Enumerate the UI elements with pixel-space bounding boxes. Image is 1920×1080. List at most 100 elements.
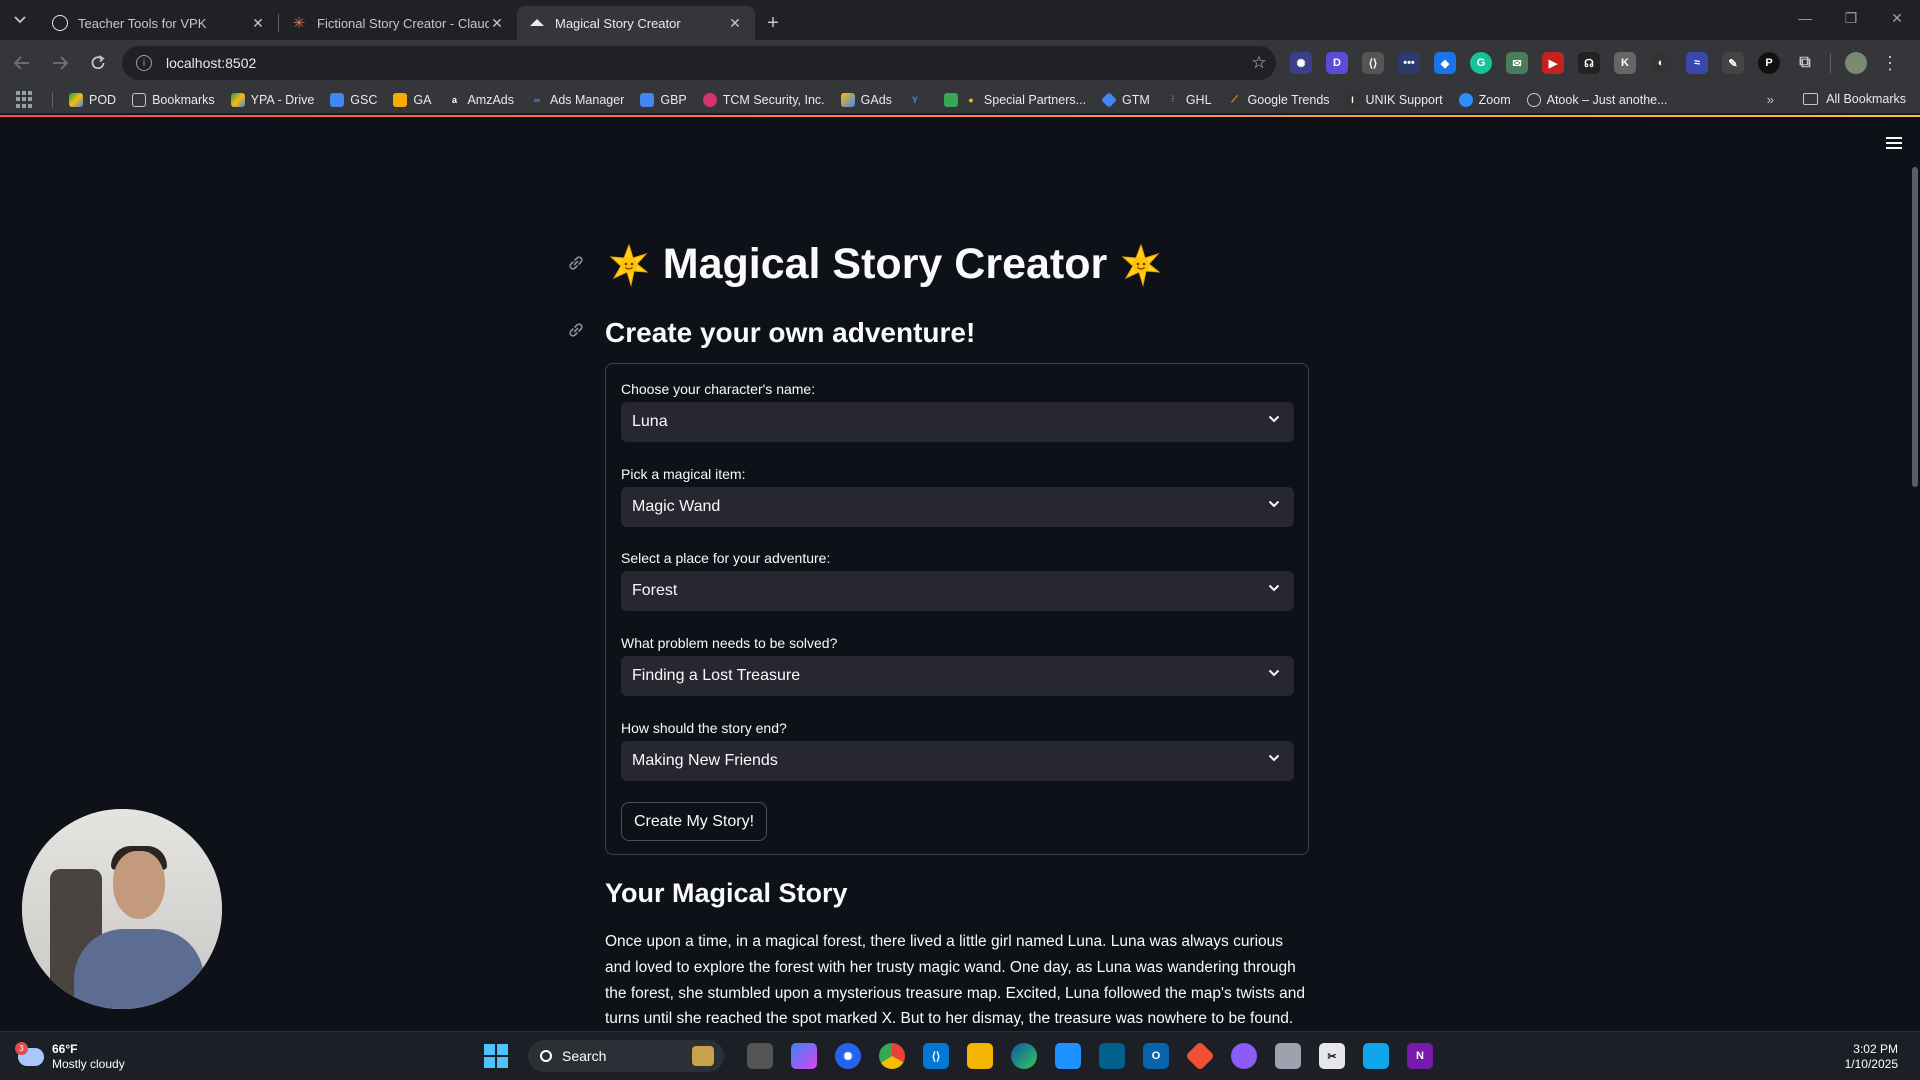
bookmark-ga[interactable]: GA bbox=[393, 92, 431, 107]
mysql-workbench-icon[interactable] bbox=[1099, 1043, 1125, 1069]
eyedropper-icon[interactable]: ✎ bbox=[1722, 52, 1744, 74]
system-clock[interactable]: 3:02 PM 1/10/2025 bbox=[1845, 1042, 1898, 1072]
github-icon[interactable] bbox=[1231, 1043, 1257, 1069]
bookmark-pod[interactable]: POD bbox=[69, 92, 116, 107]
profile-avatar[interactable] bbox=[1845, 52, 1867, 74]
tab-claude[interactable]: ✳ Fictional Story Creator - Claude ✕ bbox=[279, 6, 517, 40]
tab-magical-story-creator[interactable]: Magical Story Creator ✕ bbox=[517, 6, 755, 40]
chrome-icon[interactable] bbox=[879, 1043, 905, 1069]
bookmark-y[interactable]: Y bbox=[908, 93, 928, 107]
vscode-icon[interactable]: ⟨⟩ bbox=[923, 1043, 949, 1069]
minimize-button[interactable]: — bbox=[1782, 0, 1828, 36]
extensions-puzzle-icon[interactable]: ⧉ bbox=[1794, 52, 1816, 74]
adventure-place-label: Select a place for your adventure: bbox=[621, 550, 831, 566]
weather-widget[interactable]: 3 66°F Mostly cloudy bbox=[15, 1042, 125, 1072]
character-name-select[interactable]: Luna bbox=[621, 402, 1294, 442]
close-icon[interactable]: ✕ bbox=[489, 15, 505, 32]
reload-icon bbox=[91, 55, 105, 70]
database-icon[interactable] bbox=[1275, 1043, 1301, 1069]
subtitle-anchor-link-icon[interactable] bbox=[562, 316, 590, 344]
bookmark-atook[interactable]: Atook – Just anothe... bbox=[1526, 92, 1668, 107]
onenote-icon[interactable]: N bbox=[1407, 1043, 1433, 1069]
main-menu-icon[interactable] bbox=[1886, 137, 1902, 149]
magical-item-select[interactable]: Magic Wand bbox=[621, 487, 1294, 527]
claude-icon: ✳ bbox=[292, 15, 306, 32]
new-tab-button[interactable]: + bbox=[755, 6, 791, 40]
task-view-icon[interactable] bbox=[747, 1043, 773, 1069]
address-bar[interactable]: i localhost:8502 ☆ bbox=[122, 46, 1276, 80]
lightbulb-icon: ● bbox=[968, 94, 974, 105]
bookmark-ghl[interactable]: ⫶ GHL bbox=[1166, 93, 1212, 107]
copilot-icon[interactable] bbox=[791, 1043, 817, 1069]
extension-k-icon[interactable]: K bbox=[1614, 52, 1636, 74]
extension-gear-icon[interactable]: ✺ bbox=[1290, 52, 1312, 74]
scrollbar-thumb[interactable] bbox=[1912, 167, 1918, 487]
extension-wave-icon[interactable]: ≈ bbox=[1686, 52, 1708, 74]
bookmark-star-icon[interactable]: ☆ bbox=[1242, 53, 1276, 73]
arrow-left-icon bbox=[14, 56, 29, 70]
pinterest-icon[interactable]: P bbox=[1758, 52, 1780, 74]
extension-mail-icon[interactable]: ✉ bbox=[1506, 52, 1528, 74]
ghl-icon: ⫶ bbox=[1171, 94, 1174, 104]
close-icon[interactable]: ✕ bbox=[250, 15, 266, 32]
outlook-icon[interactable]: O bbox=[1143, 1043, 1169, 1069]
edge-icon[interactable] bbox=[1011, 1043, 1037, 1069]
bookmark-unik-support[interactable]: I UNIK Support bbox=[1345, 92, 1443, 107]
bookmark-gbp[interactable]: GBP bbox=[640, 92, 687, 107]
bookmark-special-partners[interactable]: ● Special Partners... bbox=[943, 92, 1086, 107]
scrollbar[interactable] bbox=[1910, 117, 1920, 1031]
app-icon[interactable] bbox=[1363, 1043, 1389, 1069]
bookmark-gads[interactable]: GAds bbox=[840, 92, 892, 107]
weather-temperature: 66°F bbox=[52, 1042, 78, 1056]
meta-icon: ∞ bbox=[533, 94, 541, 105]
settings-icon[interactable]: ✺ bbox=[835, 1043, 861, 1069]
extension-circle-icon[interactable]: ◐ bbox=[1650, 52, 1672, 74]
browser-menu-icon[interactable]: ⋮ bbox=[1881, 53, 1899, 74]
extension-dots-icon[interactable]: ••• bbox=[1398, 52, 1420, 74]
close-window-button[interactable]: ✕ bbox=[1874, 0, 1920, 36]
bookmark-ads-manager[interactable]: ∞ Ads Manager bbox=[530, 93, 625, 107]
apps-grid-icon[interactable] bbox=[16, 90, 34, 109]
taskbar-search[interactable]: Search bbox=[528, 1040, 724, 1072]
extension-d-icon[interactable]: D bbox=[1326, 52, 1348, 74]
extension-headset-icon[interactable]: ☊ bbox=[1578, 52, 1600, 74]
restore-button[interactable]: ❐ bbox=[1828, 0, 1874, 36]
all-bookmarks-button[interactable]: All Bookmarks bbox=[1803, 92, 1906, 106]
extension-code-icon[interactable]: ⟨⟩ bbox=[1362, 52, 1384, 74]
grammarly-icon[interactable]: G bbox=[1470, 52, 1492, 74]
bookmark-tcm-security[interactable]: TCM Security, Inc. bbox=[702, 92, 825, 107]
bookmark-zoom[interactable]: Zoom bbox=[1458, 92, 1511, 107]
tab-teacher-tools[interactable]: Teacher Tools for VPK ✕ bbox=[40, 6, 278, 40]
title-anchor-link-icon[interactable] bbox=[562, 249, 590, 277]
tab-search-button[interactable] bbox=[0, 0, 40, 40]
windows-start-icon[interactable] bbox=[484, 1044, 508, 1068]
file-explorer-icon[interactable] bbox=[967, 1043, 993, 1069]
git-icon[interactable] bbox=[1185, 1041, 1215, 1071]
extension-video-icon[interactable]: ▶ bbox=[1542, 52, 1564, 74]
forward-button[interactable] bbox=[44, 47, 76, 79]
more-bookmarks-icon[interactable]: » bbox=[1767, 92, 1774, 107]
url-text[interactable]: localhost:8502 bbox=[166, 55, 1242, 71]
microsoft-store-icon[interactable] bbox=[1055, 1043, 1081, 1069]
google-drive-icon bbox=[69, 92, 83, 107]
adventure-place-select[interactable]: Forest bbox=[621, 571, 1294, 611]
bookmark-google-trends[interactable]: ⟋ Google Trends bbox=[1228, 93, 1329, 107]
back-button[interactable] bbox=[6, 47, 38, 79]
close-icon[interactable]: ✕ bbox=[727, 15, 743, 32]
story-ending-select[interactable]: Making New Friends bbox=[621, 741, 1294, 781]
bookmark-folder[interactable]: Bookmarks bbox=[132, 92, 215, 107]
chevron-down-icon bbox=[1268, 754, 1280, 762]
bookmark-amzads[interactable]: a AmzAds bbox=[447, 93, 514, 107]
bookmark-gsc[interactable]: GSC bbox=[330, 92, 377, 107]
story-ending-label: How should the story end? bbox=[621, 720, 787, 736]
problem-select[interactable]: Finding a Lost Treasure bbox=[621, 656, 1294, 696]
snipping-tool-icon[interactable]: ✂ bbox=[1319, 1043, 1345, 1069]
create-story-button[interactable]: Create My Story! bbox=[621, 802, 768, 841]
extension-tag-icon[interactable]: ◆ bbox=[1434, 52, 1456, 74]
bookmark-gtm[interactable]: GTM bbox=[1101, 91, 1150, 108]
taskbar-icons: Search ✺ ⟨⟩ O ✂ N bbox=[484, 1040, 1442, 1072]
site-info-icon[interactable]: i bbox=[136, 55, 152, 71]
bookmark-ypa-drive[interactable]: YPA - Drive bbox=[230, 92, 314, 107]
chevron-down-icon bbox=[1268, 584, 1280, 592]
reload-button[interactable] bbox=[82, 47, 114, 79]
